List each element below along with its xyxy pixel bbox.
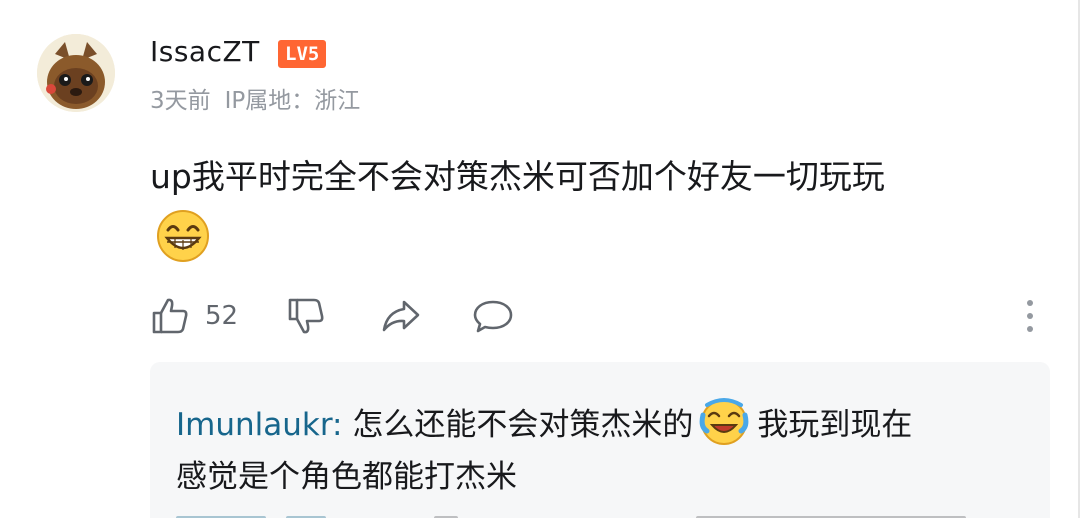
laughing-crying-face-icon <box>699 397 749 447</box>
reply-text: 怎么还能不会对策杰米的 <box>352 407 694 443</box>
reply-text-continued: 我玩到现在 <box>757 407 913 443</box>
share-icon <box>382 300 420 332</box>
next-reply-cutoff <box>176 516 966 518</box>
ip-location: IP属地：浙江 <box>224 88 361 114</box>
more-icon <box>1027 300 1033 332</box>
thumb-up-icon <box>152 298 188 334</box>
comment-username[interactable]: IssacZT <box>150 34 260 70</box>
comment-time: 3天前 <box>150 88 211 114</box>
avatar[interactable] <box>37 34 115 112</box>
more-button[interactable] <box>1020 296 1040 336</box>
reply-username[interactable]: Imunlaukr <box>176 407 332 443</box>
comment-page: IssacZT LV5 3天前 IP属地：浙江 up我平时完全不会对策杰米可否加个… <box>0 0 1080 518</box>
like-count: 52 <box>205 301 239 331</box>
level-badge: LV5 <box>278 40 327 68</box>
reply-preview-box[interactable]: Imunlaukr: 怎么还能不会对策杰米的 我玩到现在 感觉是个角色都能打杰米 <box>150 362 1050 518</box>
reply-separator: : <box>332 407 353 443</box>
reply-line: Imunlaukr: 怎么还能不会对策杰米的 我玩到现在 <box>176 397 912 450</box>
dislike-button[interactable] <box>286 293 326 339</box>
comment-text: up我平时完全不会对策杰米可否加个好友一切玩玩 <box>150 157 885 196</box>
grinning-face-icon <box>155 208 211 264</box>
comment-meta: 3天前 IP属地：浙江 <box>150 86 360 116</box>
reply-line-2: 感觉是个角色都能打杰米 <box>176 459 517 495</box>
share-button[interactable] <box>380 293 422 339</box>
reply-button[interactable] <box>472 293 514 339</box>
comment-icon <box>473 300 513 333</box>
thumb-down-icon <box>288 298 324 334</box>
like-button[interactable] <box>150 293 190 339</box>
